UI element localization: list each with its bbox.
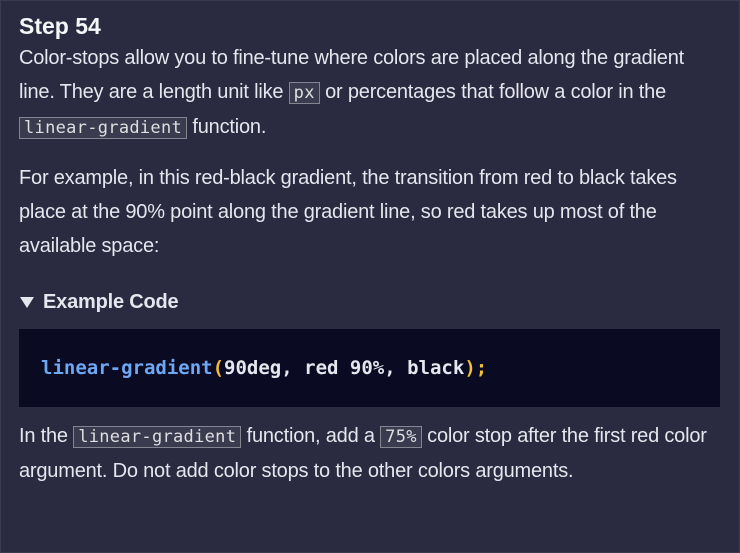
description-paragraph-2: For example, in this red-black gradient,… [19,167,677,257]
task-text: In the [19,425,74,447]
step-title: Step 54 [19,13,101,39]
code-token-color: black [407,357,465,379]
description-text: function. [187,116,267,138]
task-paragraph: In the linear-gradient function, add a 7… [19,419,724,488]
triangle-down-icon [20,296,34,308]
task-text: function, add a [241,425,381,447]
example-code-toggle[interactable]: Example Code [19,287,724,317]
code-token-angle: 90deg [224,357,282,379]
inline-code-75-percent: 75% [380,426,422,448]
code-token-function: linear-gradient [41,357,213,379]
code-token-separator: , [384,357,408,379]
instructions-content: Step 54 Color-stops allow you to fine-tu… [19,11,724,488]
example-code-label: Example Code [43,291,179,313]
inline-code-linear-gradient: linear-gradient [73,426,242,448]
code-token-open-paren: ( [212,357,225,379]
description-paragraph-1: Color-stops allow you to fine-tune where… [19,41,724,145]
instructions-panel: Step 54 Color-stops allow you to fine-tu… [0,0,740,553]
code-token-close-paren: ) [464,357,476,379]
code-token-separator: , [281,357,305,379]
code-token-color-stop: red 90% [304,357,385,379]
code-token-semicolon: ; [475,357,488,379]
example-code-block: linear-gradient(90deg, red 90%, black); [19,329,720,407]
description-text: or percentages that follow a color in th… [319,81,666,103]
inline-code-linear-gradient: linear-gradient [19,117,188,139]
inline-code-px: px [288,82,320,104]
